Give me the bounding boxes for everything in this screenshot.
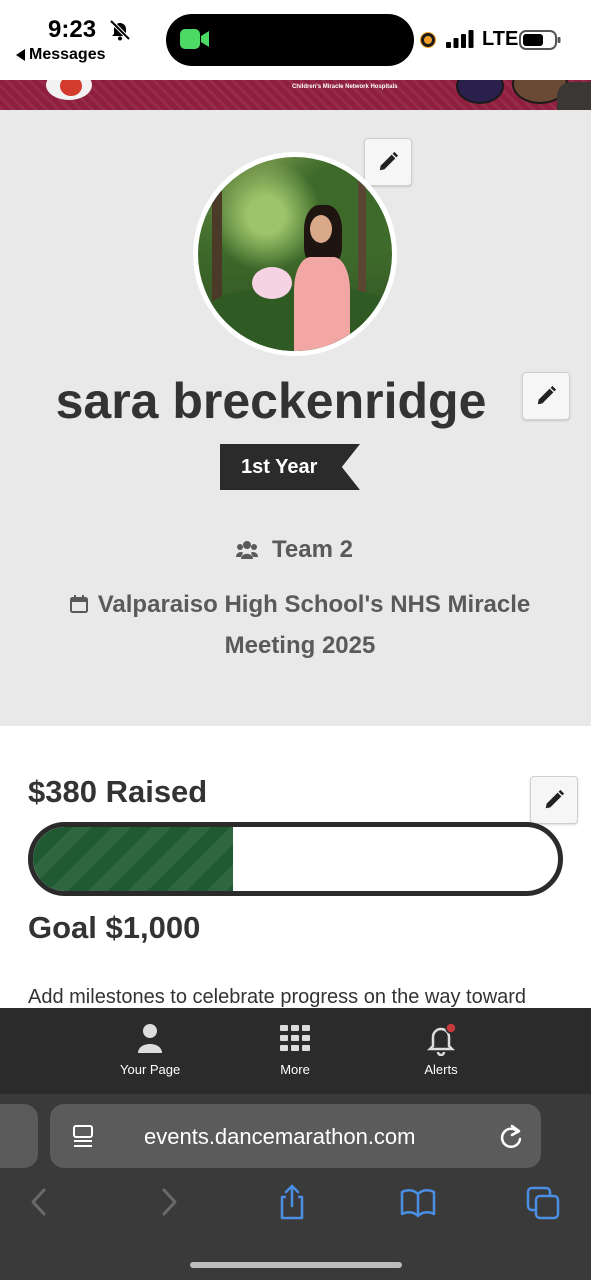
share-icon[interactable] — [276, 1184, 308, 1220]
previous-tab-stub[interactable] — [0, 1104, 38, 1168]
banner-text: Children's Miracle Network Hospitals — [292, 84, 398, 90]
progress-fill — [33, 827, 233, 891]
app-bottom-nav: Your Page More Alerts — [0, 1008, 591, 1094]
goal-amount: Goal $1,000 — [28, 910, 201, 945]
bookmarks-icon[interactable] — [400, 1184, 436, 1220]
battery-icon — [519, 30, 561, 50]
nav-label: Your Page — [120, 1062, 181, 1077]
edit-photo-button[interactable] — [364, 138, 412, 186]
cellular-signal-icon — [446, 30, 474, 48]
nav-more[interactable]: More — [278, 1022, 312, 1077]
person-icon — [138, 1024, 163, 1053]
photo-dress — [294, 257, 350, 351]
calendar-icon — [69, 595, 88, 613]
reload-icon[interactable] — [498, 1122, 524, 1150]
milestone-hint: Add milestones to celebrate progress on … — [28, 986, 527, 1008]
facetime-icon — [180, 29, 209, 49]
camera-indicator-icon — [421, 33, 435, 47]
pencil-icon — [537, 385, 557, 405]
grid-icon — [280, 1025, 310, 1051]
photo-face — [310, 215, 332, 243]
year-badge-label: 1st Year — [241, 455, 318, 478]
nav-your-page[interactable]: Your Page — [120, 1022, 180, 1077]
banner-photo-1 — [456, 80, 504, 104]
team-label: Team 2 — [272, 536, 353, 563]
back-to-messages[interactable]: Messages — [16, 46, 106, 64]
photo-bouquet — [252, 267, 292, 299]
forward-icon[interactable] — [152, 1184, 184, 1220]
network-type: LTE — [482, 28, 519, 50]
event-label: Valparaiso High School's NHS Miracle Mee… — [97, 591, 531, 659]
back-icon[interactable] — [24, 1184, 56, 1220]
pencil-icon — [545, 789, 565, 809]
clock: 9:23 — [48, 16, 97, 43]
tabs-icon[interactable] — [526, 1184, 562, 1220]
fundraising-progress-bar — [28, 822, 563, 896]
avatar — [193, 152, 397, 356]
pencil-icon — [379, 151, 399, 171]
raised-amount: $380 Raised — [28, 774, 208, 809]
nav-label: Alerts — [424, 1062, 458, 1077]
status-bar: 9:23 Messages LTE — [0, 0, 591, 80]
event-link[interactable]: Valparaiso High School's NHS Miracle Mee… — [60, 584, 540, 666]
bell-off-icon — [109, 19, 131, 41]
back-app-label: Messages — [29, 46, 106, 63]
participant-name: sara breckenridge — [55, 373, 487, 429]
year-badge: 1st Year — [220, 444, 360, 490]
team-link[interactable]: Team 2 — [236, 536, 353, 564]
event-banner: Children's Miracle Network Hospitals — [0, 80, 591, 110]
nav-alerts[interactable]: Alerts — [424, 1022, 458, 1077]
back-arrow-icon — [16, 49, 25, 61]
nav-label: More — [280, 1062, 310, 1077]
home-indicator[interactable] — [190, 1262, 402, 1268]
url-text[interactable]: events.dancemarathon.com — [144, 1124, 416, 1150]
page-menu-icon[interactable] — [72, 1124, 94, 1148]
users-icon — [236, 541, 258, 559]
edit-name-button[interactable] — [522, 372, 570, 420]
edit-goal-button[interactable] — [530, 776, 578, 824]
bell-icon — [426, 1022, 457, 1056]
